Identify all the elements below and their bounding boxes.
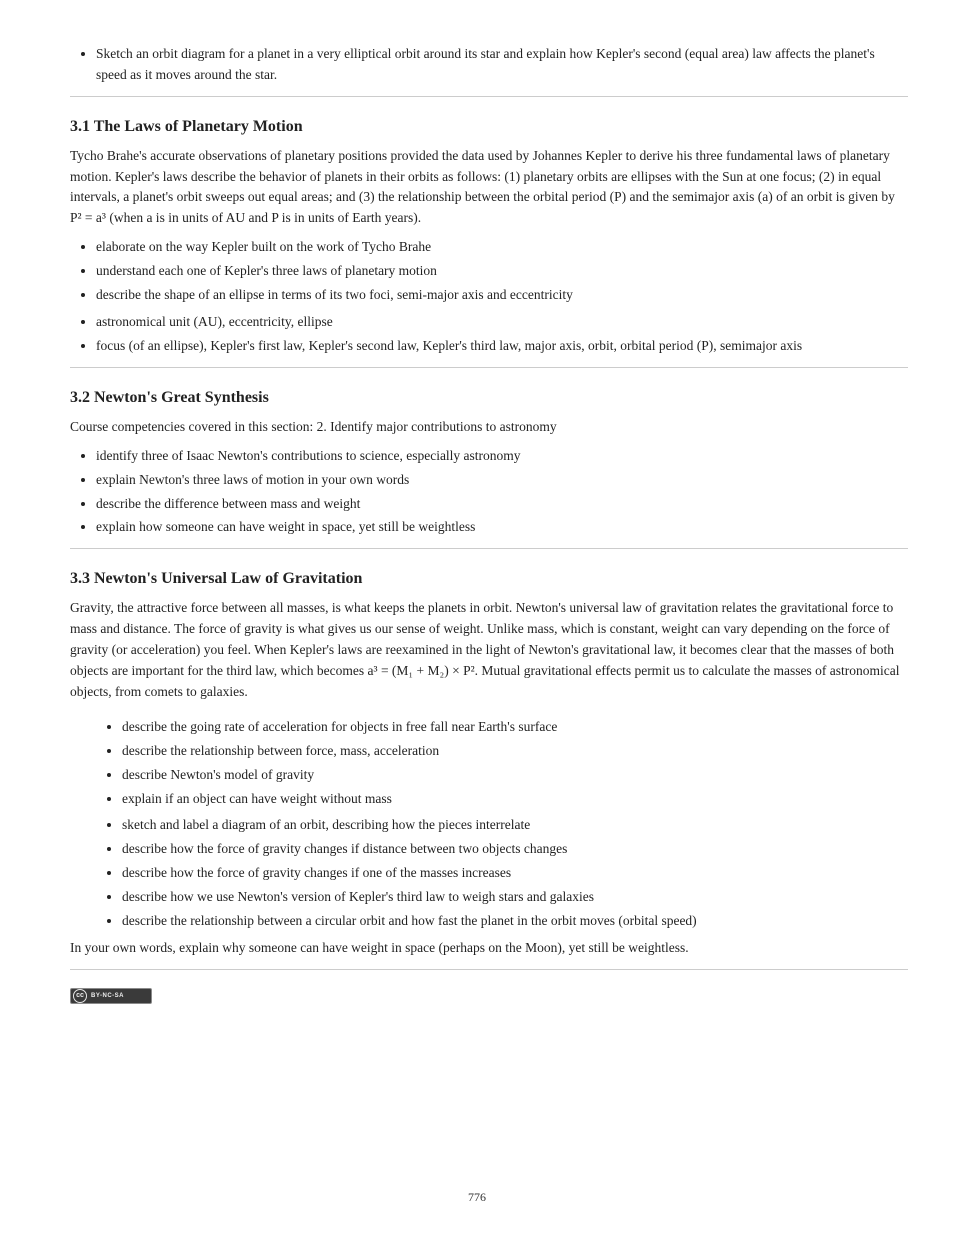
list-item: sketch and label a diagram of an orbit, … bbox=[122, 815, 908, 836]
list-item: astronomical unit (AU), eccentricity, el… bbox=[96, 312, 908, 333]
section-intro: Tycho Brahe's accurate observations of p… bbox=[70, 146, 908, 230]
list-item: describe how we use Newton's version of … bbox=[122, 887, 908, 908]
divider bbox=[70, 96, 908, 97]
section-outro: In your own words, explain why someone c… bbox=[70, 938, 908, 959]
section-title: 3.2 Newton's Great Synthesis bbox=[70, 386, 908, 411]
cc-icon: cc bbox=[73, 989, 87, 1003]
list-item: describe the shape of an ellipse in term… bbox=[96, 285, 908, 306]
list-item: Sketch an orbit diagram for a planet in … bbox=[96, 44, 908, 86]
page-root: Sketch an orbit diagram for a planet in … bbox=[0, 0, 954, 1235]
top-bullet-list: Sketch an orbit diagram for a planet in … bbox=[70, 44, 908, 86]
divider bbox=[70, 969, 908, 970]
cc-license-badge: cc BY-NC-SA bbox=[70, 988, 152, 1004]
section-intro: Gravity, the attractive force between al… bbox=[70, 598, 908, 703]
bullet-list: describe the going rate of acceleration … bbox=[70, 717, 908, 810]
section-intro: Course competencies covered in this sect… bbox=[70, 417, 908, 438]
list-item: describe Newton's model of gravity bbox=[122, 765, 908, 786]
list-item: explain how someone can have weight in s… bbox=[96, 517, 908, 538]
list-item: explain Newton's three laws of motion in… bbox=[96, 470, 908, 491]
list-item: describe the going rate of acceleration … bbox=[122, 717, 908, 738]
list-item: describe the relationship between a circ… bbox=[122, 911, 908, 932]
list-item: focus (of an ellipse), Kepler's first la… bbox=[96, 336, 908, 357]
bullet-list: identify three of Isaac Newton's contrib… bbox=[70, 446, 908, 539]
list-item: explain if an object can have weight wit… bbox=[122, 789, 908, 810]
divider bbox=[70, 367, 908, 368]
list-item: identify three of Isaac Newton's contrib… bbox=[96, 446, 908, 467]
section-title: 3.1 The Laws of Planetary Motion bbox=[70, 115, 908, 140]
bullet-list: elaborate on the way Kepler built on the… bbox=[70, 237, 908, 306]
license-text: BY-NC-SA bbox=[91, 993, 124, 999]
section-title: 3.3 Newton's Universal Law of Gravitatio… bbox=[70, 567, 908, 592]
list-item: describe the relationship between force,… bbox=[122, 741, 908, 762]
list-item: describe how the force of gravity change… bbox=[122, 863, 908, 884]
bullet-list: sketch and label a diagram of an orbit, … bbox=[70, 815, 908, 932]
list-item: describe the difference between mass and… bbox=[96, 494, 908, 515]
list-item: describe how the force of gravity change… bbox=[122, 839, 908, 860]
list-item: elaborate on the way Kepler built on the… bbox=[96, 237, 908, 258]
page-number: 776 bbox=[0, 1188, 954, 1207]
bullet-list: astronomical unit (AU), eccentricity, el… bbox=[70, 312, 908, 357]
divider bbox=[70, 548, 908, 549]
list-item: understand each one of Kepler's three la… bbox=[96, 261, 908, 282]
